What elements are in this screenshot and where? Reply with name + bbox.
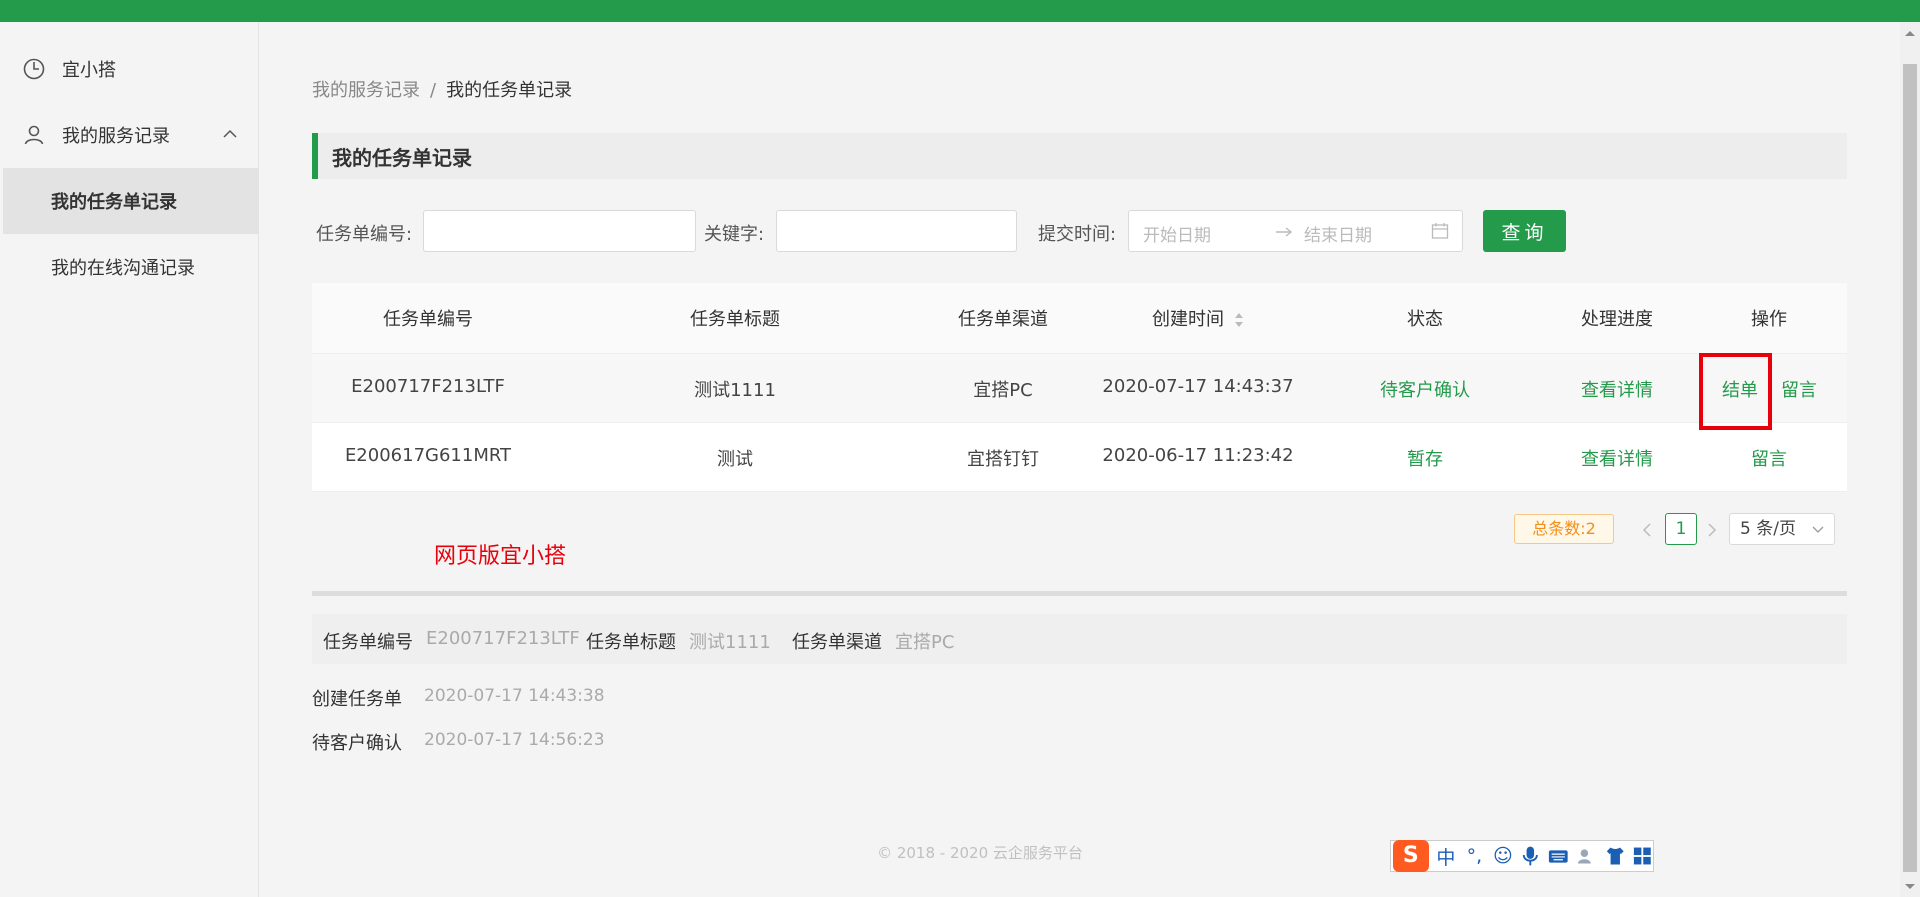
timeline-step-label: 待客户确认 bbox=[312, 733, 402, 754]
scroll-down-icon[interactable] bbox=[1904, 880, 1916, 892]
detail-ticket-no-label: 任务单编号 bbox=[323, 632, 413, 653]
keyword-label: 关键字: bbox=[704, 224, 765, 245]
footer-copyright: © 2018 - 2020 云企服务平台 bbox=[877, 844, 1083, 862]
clock-icon bbox=[23, 58, 45, 80]
submit-time-label: 提交时间: bbox=[1038, 224, 1117, 245]
main-content: 我的服务记录 / 我的任务单记录 我的任务单记录 任务单编号: 关键字: 提交时间:… bbox=[312, 22, 1847, 897]
cell-created: 2020-07-17 14:43:37 bbox=[1102, 376, 1294, 397]
view-details-link[interactable]: 查看详情 bbox=[1581, 445, 1653, 471]
user-center-icon[interactable] bbox=[1575, 844, 1598, 868]
column-header-label: 创建时间 bbox=[1152, 309, 1224, 330]
cell-status: 待客户确认 bbox=[1380, 380, 1470, 401]
ticket-detail-summary: 任务单编号 E200717F213LTF 任务单标题 测试1111 任务单渠道 … bbox=[312, 614, 1847, 664]
cell-ticket-no: E200617G611MRT bbox=[344, 445, 512, 466]
page-number-1[interactable]: 1 bbox=[1665, 513, 1697, 545]
breadcrumb-parent[interactable]: 我的服务记录 bbox=[312, 80, 420, 101]
prev-page-icon[interactable] bbox=[1640, 522, 1654, 538]
sidebar-item-label: 我的服务记录 bbox=[62, 126, 170, 147]
cell-channel: 宜搭钉钉 bbox=[967, 449, 1039, 470]
chevron-up-icon[interactable] bbox=[222, 126, 238, 142]
cell-channel: 宜搭PC bbox=[973, 380, 1033, 401]
timeline-step-time: 2020-07-17 14:56:23 bbox=[424, 730, 605, 750]
sidebar: 宜小搭 我的服务记录 我的任务单记录 我的在线沟通记录 bbox=[0, 22, 259, 897]
sidebar-item-service-records[interactable]: 我的服务记录 bbox=[0, 102, 259, 168]
timeline-step-time: 2020-07-17 14:43:38 bbox=[424, 686, 605, 706]
sidebar-item-label: 宜小搭 bbox=[62, 60, 116, 81]
table-header: 任务单编号 任务单标题 任务单渠道 创建时间 状态 处理进度 操作 bbox=[312, 283, 1847, 354]
leave-message-link[interactable]: 留言 bbox=[1751, 445, 1787, 471]
breadcrumb-separator: / bbox=[430, 80, 437, 101]
end-date-input[interactable]: 结束日期 bbox=[1304, 221, 1372, 246]
view-details-link[interactable]: 查看详情 bbox=[1581, 376, 1653, 402]
detail-channel-value: 宜搭PC bbox=[895, 632, 955, 653]
cell-title: 测试 bbox=[717, 449, 753, 470]
detail-channel-label: 任务单渠道 bbox=[792, 632, 882, 653]
user-icon bbox=[24, 125, 44, 145]
cell-ticket-no: E200717F213LTF bbox=[351, 376, 505, 397]
punctuation-icon[interactable]: °, bbox=[1463, 845, 1486, 867]
skin-shirt-icon[interactable] bbox=[1604, 844, 1627, 868]
vertical-scrollbar[interactable] bbox=[1900, 22, 1920, 897]
column-header: 处理进度 bbox=[1581, 309, 1653, 330]
keyboard-icon[interactable] bbox=[1547, 844, 1570, 868]
toolbox-grid-icon[interactable] bbox=[1632, 845, 1653, 867]
cell-created: 2020-06-17 11:23:42 bbox=[1102, 445, 1294, 466]
scrollbar-thumb[interactable] bbox=[1903, 64, 1917, 872]
detail-title-value: 测试1111 bbox=[689, 632, 771, 653]
sort-icon[interactable] bbox=[1234, 311, 1244, 329]
page-title: 我的任务单记录 bbox=[312, 133, 1847, 179]
next-page-icon[interactable] bbox=[1705, 522, 1719, 538]
ticket-no-label: 任务单编号: bbox=[316, 224, 413, 245]
breadcrumb: 我的服务记录 / 我的任务单记录 bbox=[312, 76, 572, 102]
ime-mode-toggle[interactable]: 中 bbox=[1435, 843, 1458, 870]
detail-ticket-no-value: E200717F213LTF bbox=[426, 628, 580, 649]
ime-toolbar: S 中 °, ☺ bbox=[1390, 840, 1654, 872]
annotation-label: 网页版宜小搭 bbox=[434, 544, 567, 569]
start-date-input[interactable]: 开始日期 bbox=[1143, 221, 1211, 246]
column-header: 任务单渠道 bbox=[958, 309, 1048, 330]
microphone-icon[interactable] bbox=[1520, 844, 1541, 868]
column-header: 任务单编号 bbox=[383, 309, 473, 330]
top-header-bar bbox=[0, 0, 1920, 22]
sidebar-item-chat-records[interactable]: 我的在线沟通记录 bbox=[3, 234, 259, 300]
annotation-highlight-box bbox=[1699, 353, 1772, 430]
ticket-table: 任务单编号 任务单标题 任务单渠道 创建时间 状态 处理进度 操作 E20071… bbox=[312, 283, 1847, 492]
sidebar-item-label: 我的在线沟通记录 bbox=[51, 258, 195, 279]
detail-title-label: 任务单标题 bbox=[586, 632, 676, 653]
keyword-input[interactable] bbox=[776, 210, 1017, 252]
page-size-value: 5 条/页 bbox=[1740, 519, 1796, 539]
timeline-step-label: 创建任务单 bbox=[312, 689, 402, 710]
table-row: E200717F213LTF 测试1111 宜搭PC 2020-07-17 14… bbox=[312, 354, 1847, 423]
arrow-right-icon bbox=[1276, 227, 1293, 237]
column-header: 任务单标题 bbox=[690, 309, 780, 330]
sidebar-item-ticket-records[interactable]: 我的任务单记录 bbox=[3, 168, 259, 234]
section-divider bbox=[312, 591, 1847, 596]
breadcrumb-current: 我的任务单记录 bbox=[446, 80, 573, 101]
calendar-icon[interactable] bbox=[1431, 222, 1449, 240]
ime-logo[interactable]: S bbox=[1393, 840, 1429, 872]
column-header: 状态 bbox=[1407, 309, 1443, 330]
date-range-picker[interactable]: 开始日期 结束日期 bbox=[1128, 210, 1463, 252]
sidebar-item-label: 我的任务单记录 bbox=[51, 192, 177, 213]
page-size-select[interactable]: 5 条/页 bbox=[1729, 513, 1835, 545]
leave-message-link[interactable]: 留言 bbox=[1781, 376, 1817, 402]
ticket-no-input[interactable] bbox=[423, 210, 696, 252]
column-header-created[interactable]: 创建时间 bbox=[1152, 305, 1244, 331]
query-button[interactable]: 查询 bbox=[1483, 210, 1566, 252]
sidebar-item-yixiaoda[interactable]: 宜小搭 bbox=[0, 36, 259, 102]
cell-title: 测试1111 bbox=[694, 380, 776, 401]
cell-status: 暂存 bbox=[1407, 449, 1443, 470]
column-header: 操作 bbox=[1751, 309, 1787, 330]
table-row: E200617G611MRT 测试 宜搭钉钉 2020-06-17 11:23:… bbox=[312, 423, 1847, 492]
emoji-icon[interactable]: ☺ bbox=[1492, 845, 1515, 867]
chevron-down-icon bbox=[1812, 526, 1824, 533]
scroll-up-icon[interactable] bbox=[1904, 28, 1916, 40]
total-count-badge: 总条数:2 bbox=[1514, 514, 1614, 544]
